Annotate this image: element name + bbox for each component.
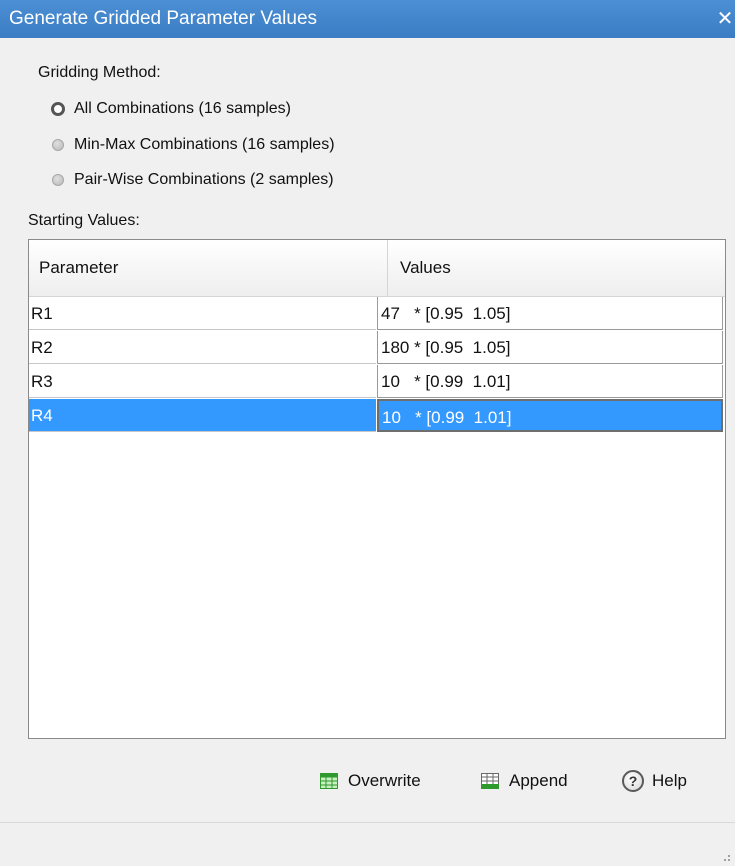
radio-label: All Combinations (16 samples) xyxy=(74,100,291,117)
radio-label: Pair-Wise Combinations (2 samples) xyxy=(74,171,334,188)
radio-unchecked-icon[interactable] xyxy=(52,139,64,151)
overwrite-label: Overwrite xyxy=(348,771,421,790)
table-overwrite-icon xyxy=(320,773,338,789)
overwrite-button[interactable]: Overwrite xyxy=(320,766,421,796)
starting-values-table[interactable]: Parameter Values R1 47 * [0.95 1.05] R2 … xyxy=(28,239,726,739)
table-row[interactable]: R3 10 * [0.99 1.01] xyxy=(29,365,725,399)
append-button[interactable]: Append xyxy=(481,766,568,796)
starting-values-label: Starting Values: xyxy=(28,212,140,229)
window-title: Generate Gridded Parameter Values xyxy=(9,8,318,29)
help-button[interactable]: ? Help xyxy=(622,766,687,796)
table-row[interactable]: R2 180 * [0.95 1.05] xyxy=(29,331,725,365)
radio-label: Min-Max Combinations (16 samples) xyxy=(74,136,335,153)
table-append-icon xyxy=(481,773,499,789)
radio-unchecked-icon[interactable] xyxy=(52,174,64,186)
close-icon[interactable]: ✕ xyxy=(715,0,735,38)
parameter-cell[interactable]: R2 xyxy=(29,331,376,364)
radio-min-max-combinations[interactable]: Min-Max Combinations (16 samples) xyxy=(52,133,335,157)
values-cell[interactable]: 10 * [0.99 1.01] xyxy=(377,399,723,432)
append-label: Append xyxy=(509,771,568,790)
values-cell[interactable]: 10 * [0.99 1.01] xyxy=(377,365,723,398)
radio-pair-wise-combinations[interactable]: Pair-Wise Combinations (2 samples) xyxy=(52,168,334,192)
radio-all-combinations[interactable]: All Combinations (16 samples) xyxy=(51,97,291,121)
help-icon: ? xyxy=(622,770,644,792)
status-bar xyxy=(0,822,735,866)
table-row[interactable]: R1 47 * [0.95 1.05] xyxy=(29,297,725,331)
table-header: Parameter Values xyxy=(29,240,725,297)
column-header-parameter[interactable]: Parameter xyxy=(39,240,118,296)
column-header-values[interactable]: Values xyxy=(387,240,725,296)
resize-grip-icon[interactable] xyxy=(721,852,731,862)
values-cell[interactable]: 47 * [0.95 1.05] xyxy=(377,297,723,330)
parameter-cell[interactable]: R1 xyxy=(29,297,376,330)
help-label: Help xyxy=(652,771,687,790)
gridding-method-label: Gridding Method: xyxy=(38,64,161,81)
radio-checked-icon[interactable] xyxy=(51,102,65,116)
title-bar: Generate Gridded Parameter Values ✕ xyxy=(0,0,735,38)
parameter-cell[interactable]: R3 xyxy=(29,365,376,398)
parameter-cell[interactable]: R4 xyxy=(29,399,376,432)
values-cell[interactable]: 180 * [0.95 1.05] xyxy=(377,331,723,364)
table-row-selected[interactable]: R4 10 * [0.99 1.01] xyxy=(29,399,725,433)
